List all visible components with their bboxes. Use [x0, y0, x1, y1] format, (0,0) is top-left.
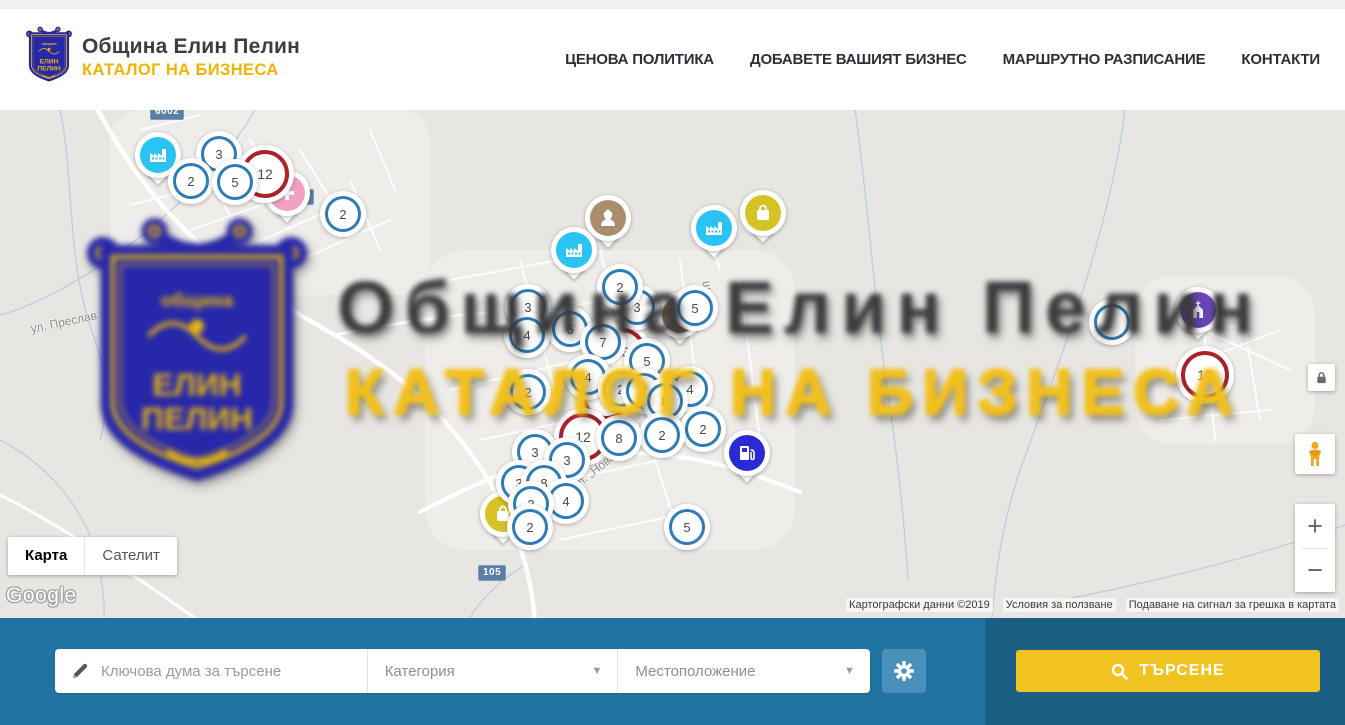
svg-text:община: община — [41, 41, 57, 46]
bag-icon — [745, 195, 781, 231]
map-pin-church[interactable] — [1175, 287, 1221, 349]
map-canvas[interactable]: 6002105 ул. Преславбул. „Новоселщи 13367… — [0, 110, 1345, 618]
cluster-count: 2 — [602, 269, 638, 305]
map-type-map-button[interactable]: Карта — [8, 537, 84, 575]
nav-pricing-policy[interactable]: ЦЕНОВА ПОЛИТИКА — [565, 51, 714, 68]
keyword-search-input[interactable] — [99, 662, 333, 681]
map-zoom-control: + − — [1295, 504, 1335, 592]
map-cluster[interactable]: 2 — [507, 504, 553, 550]
cluster-count: 5 — [677, 290, 713, 326]
cluster-count: 5 — [217, 164, 253, 200]
svg-text:ЕЛИН: ЕЛИН — [40, 59, 59, 66]
map-lock-button[interactable] — [1308, 364, 1335, 391]
nav-contacts[interactable]: КОНТАКТИ — [1241, 51, 1320, 68]
search-bar: Категория ▼ Местоположение ▼ — [55, 649, 870, 693]
map-pin-bag[interactable] — [740, 190, 786, 252]
cluster-count: 2 — [644, 417, 680, 453]
cluster-count: 2 — [685, 411, 721, 447]
lock-icon — [1315, 371, 1328, 384]
church-icon — [1180, 292, 1216, 328]
cluster-count: 2 — [512, 509, 548, 545]
search-panel: Категория ▼ Местоположение ▼ ТЪРСЕНЕ — [0, 618, 1345, 725]
zoom-out-button[interactable]: − — [1295, 549, 1335, 592]
zoom-in-button[interactable]: + — [1295, 505, 1335, 548]
pencil-icon — [71, 662, 89, 680]
category-placeholder: Категория — [368, 663, 455, 680]
attribution-terms-link[interactable]: Условия за ползване — [1003, 598, 1116, 612]
gear-icon — [893, 660, 915, 682]
site-logo[interactable]: община ЕЛИН ПЕЛИН Община Елин Пелин КАТА… — [25, 26, 300, 89]
chevron-down-icon: ▼ — [844, 665, 855, 677]
header: община ЕЛИН ПЕЛИН Община Елин Пелин КАТА… — [0, 9, 1345, 111]
chevron-down-icon: ▼ — [591, 665, 602, 677]
attribution-report-link[interactable]: Подаване на сигнал за грешка в картата — [1126, 598, 1339, 612]
map-pin-fuel[interactable] — [724, 430, 770, 492]
category-select[interactable]: Категория ▼ — [367, 649, 618, 693]
page-top-strip — [0, 0, 1345, 9]
svg-text:ПЕЛИН: ПЕЛИН — [37, 66, 61, 73]
map-cluster[interactable]: 4 — [504, 312, 550, 358]
search-button-label: ТЪРСЕНЕ — [1139, 662, 1224, 680]
location-select[interactable]: Местоположение ▼ — [617, 649, 870, 693]
keyword-field-wrap — [55, 649, 367, 693]
search-button[interactable]: ТЪРСЕНЕ — [1016, 650, 1320, 692]
nav-route-schedule[interactable]: МАРШРУТНО РАЗПИСАНИЕ — [1003, 51, 1206, 68]
fuel-icon — [729, 435, 765, 471]
map-cluster[interactable]: 2 — [505, 369, 551, 415]
advanced-search-button[interactable] — [882, 649, 926, 693]
attribution-copyright: Картографски данни ©2019 — [846, 598, 993, 612]
map-pin-factory[interactable] — [691, 205, 737, 267]
map-cluster[interactable]: 5 — [664, 504, 710, 550]
location-placeholder: Местоположение — [618, 663, 755, 680]
street-view-pegman-button[interactable] — [1295, 434, 1335, 474]
map-cluster[interactable]: 2 — [168, 158, 214, 204]
map-cluster[interactable]: 5 — [212, 159, 258, 205]
road-label: 105 — [478, 565, 506, 581]
pegman-icon — [1304, 441, 1326, 467]
cluster-count: 2 — [325, 196, 361, 232]
municipality-crest-icon: община ЕЛИН ПЕЛИН — [25, 26, 73, 89]
map-type-satellite-button[interactable]: Сателит — [84, 537, 177, 575]
site-subtitle: КАТАЛОГ НА БИЗНЕСА — [82, 59, 300, 81]
factory-icon — [140, 137, 176, 173]
nav-add-your-business[interactable]: ДОБАВЕТЕ ВАШИЯТ БИЗНЕС — [750, 51, 967, 68]
map-attribution: Картографски данни ©2019 Условия за полз… — [846, 598, 1339, 612]
map-cluster[interactable]: 8 — [596, 415, 642, 461]
cluster-count — [1094, 304, 1130, 340]
site-title: Община Елин Пелин — [82, 35, 300, 59]
cluster-count: 5 — [669, 509, 705, 545]
map-cluster[interactable]: 2 — [680, 406, 726, 452]
map-cluster[interactable]: 2 — [597, 264, 643, 310]
map-cluster[interactable]: 5 — [672, 285, 718, 331]
map-pin-factory[interactable] — [551, 227, 597, 289]
cluster-count: 8 — [601, 420, 637, 456]
cluster-count: 4 — [509, 317, 545, 353]
cluster-count: 10 — [1181, 351, 1229, 399]
factory-icon — [696, 210, 732, 246]
map-cluster[interactable]: 2 — [639, 412, 685, 458]
map-cluster[interactable] — [1089, 299, 1135, 345]
map-cluster[interactable]: 10 — [1176, 346, 1234, 404]
google-logo[interactable]: Google — [6, 584, 77, 608]
factory-icon — [556, 232, 592, 268]
road-label: 6002 — [150, 110, 184, 120]
cluster-count: 2 — [510, 374, 546, 410]
cluster-count: 2 — [173, 163, 209, 199]
map-type-control: Карта Сателит — [8, 537, 177, 575]
map-cluster[interactable]: 2 — [320, 191, 366, 237]
search-icon — [1111, 663, 1128, 680]
main-nav: ЦЕНОВА ПОЛИТИКА ДОБАВЕТЕ ВАШИЯТ БИЗНЕС М… — [565, 9, 1320, 110]
